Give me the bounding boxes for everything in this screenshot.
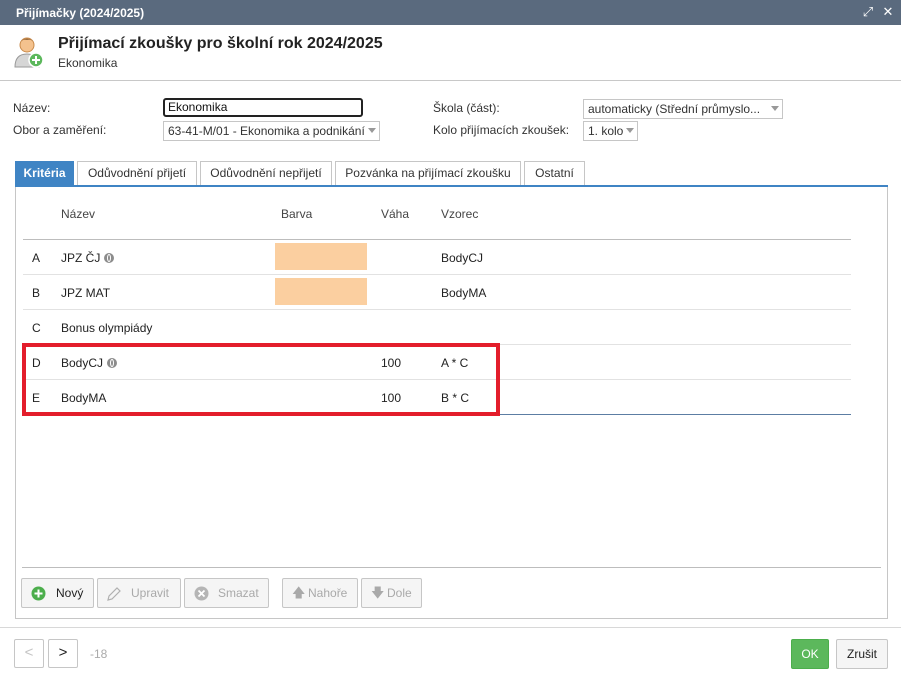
row-name: JPZ MAT — [61, 286, 111, 300]
delete-button-label: Smazat — [218, 586, 259, 600]
skola-label: Škola (část): — [433, 101, 500, 115]
tab-oduvodneni-neprijeti[interactable]: Odůvodnění nepřijetí — [200, 161, 332, 186]
toolbar-divider — [22, 567, 881, 568]
chevron-right-icon: > — [58, 644, 68, 661]
move-down-button[interactable]: 🡇 Dole — [361, 578, 422, 608]
new-button[interactable]: Nový — [21, 578, 94, 608]
move-up-button[interactable]: 🡅 Nahoře — [282, 578, 358, 608]
row-name: Bonus olympiády — [61, 321, 153, 335]
maximize-icon[interactable]: ⤢ — [860, 4, 876, 20]
tab-oduvodneni-prijeti[interactable]: Odůvodnění přijetí — [77, 161, 197, 186]
move-up-button-label: Nahoře — [308, 586, 348, 600]
window-titlebar: Přijímačky (2024/2025) ⤢ ✕ — [0, 0, 901, 25]
column-header-vzorec[interactable]: Vzorec — [441, 207, 478, 221]
pencil-icon — [107, 587, 121, 601]
tab-pozvanka[interactable]: Pozvánka na přijímací zkoušku — [335, 161, 521, 186]
table-row[interactable]: A JPZ ČJ BodyCJ — [23, 240, 851, 275]
delete-button[interactable]: Smazat — [184, 578, 269, 608]
obor-select[interactable]: 63-41-M/01 - Ekonomika a podnikání — [163, 121, 380, 141]
chevron-down-icon — [626, 128, 634, 133]
column-header-barva[interactable]: Barva — [281, 207, 312, 221]
page-info: -18 — [90, 647, 108, 661]
table-row[interactable]: B JPZ MAT BodyMA — [23, 275, 851, 310]
chevron-down-icon — [368, 128, 376, 133]
page-subtitle: Ekonomika — [58, 56, 118, 70]
window-title: Přijímačky (2024/2025) — [16, 6, 145, 20]
color-swatch — [275, 278, 367, 305]
move-down-button-label: Dole — [387, 586, 412, 600]
footer-divider — [0, 627, 901, 628]
row-letter: B — [32, 286, 41, 300]
tab-kriteria[interactable]: Kritéria — [15, 161, 74, 186]
edit-button[interactable]: Upravit — [97, 578, 181, 608]
row-letter: A — [32, 251, 41, 265]
close-icon[interactable]: ✕ — [880, 4, 896, 20]
column-header-nazev[interactable]: Název — [61, 207, 95, 221]
page-title: Přijímací zkoušky pro školní rok 2024/20… — [58, 35, 383, 52]
kolo-select[interactable]: 1. kolo — [583, 121, 638, 141]
nazev-label: Název: — [13, 101, 51, 115]
kolo-label: Kolo přijímacích zkoušek: — [433, 123, 570, 137]
table-row[interactable]: C Bonus olympiády — [23, 310, 851, 345]
user-add-icon — [14, 37, 44, 68]
row-letter: C — [32, 321, 41, 335]
plus-circle-icon — [31, 586, 46, 601]
remove-circle-icon — [194, 586, 209, 601]
chevron-down-icon — [771, 106, 779, 111]
globe-icon — [104, 253, 115, 263]
arrow-down-icon: 🡇 — [371, 585, 385, 600]
ok-button[interactable]: OK — [791, 639, 829, 669]
row-formula: BodyCJ — [441, 251, 484, 265]
edit-button-label: Upravit — [131, 586, 170, 600]
row-name: JPZ ČJ — [61, 251, 115, 265]
tab-ostatni[interactable]: Ostatní — [524, 161, 585, 186]
skola-select[interactable]: automaticky (Střední průmyslo... — [583, 99, 783, 119]
next-button[interactable]: > — [48, 639, 78, 668]
new-button-label: Nový — [56, 586, 84, 600]
kolo-select-value: 1. kolo — [588, 124, 624, 138]
obor-label: Obor a zaměření: — [13, 123, 107, 137]
arrow-up-icon: 🡅 — [292, 585, 306, 600]
chevron-left-icon: < — [24, 644, 34, 661]
color-swatch — [275, 243, 367, 270]
dialog-header: Přijímací zkoušky pro školní rok 2024/20… — [0, 25, 901, 81]
previous-button[interactable]: < — [14, 639, 44, 668]
nazev-input[interactable]: Ekonomika — [163, 98, 363, 117]
cancel-button[interactable]: Zrušit — [836, 639, 888, 669]
row-formula: BodyMA — [441, 286, 487, 300]
skola-select-value: automaticky (Střední průmyslo... — [588, 102, 761, 116]
highlight-box — [22, 343, 500, 416]
column-header-vaha[interactable]: Váha — [381, 207, 409, 221]
row-name-text: JPZ ČJ — [61, 251, 101, 265]
obor-select-value: 63-41-M/01 - Ekonomika a podnikání — [168, 124, 365, 138]
